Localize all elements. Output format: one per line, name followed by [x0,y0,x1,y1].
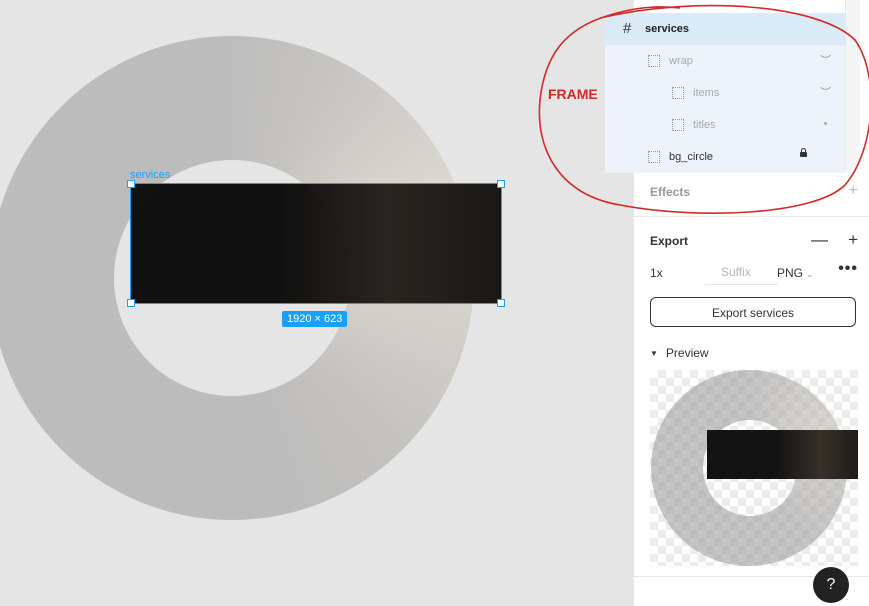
divider [634,216,869,217]
layer-row-bg-circle[interactable]: bg_circle [605,141,845,173]
group-icon [672,119,684,131]
preview-label: Preview [665,346,709,360]
resize-handle-top-left[interactable] [127,180,135,188]
layer-name: titles [693,119,716,131]
group-icon [648,151,660,163]
export-preview [650,370,858,566]
layer-row-wrap[interactable]: wrap ︶ [605,45,845,77]
design-canvas[interactable]: services 1920 × 623 [0,0,633,606]
remove-export-icon[interactable]: — [811,230,828,250]
export-button[interactable]: Export services [650,297,856,327]
resize-handle-top-right[interactable] [497,180,505,188]
export-section-header: Export — + [650,230,869,254]
annotation-label: FRAME [548,86,598,102]
export-settings-row: 1x Suffix PNG ⌄ ••• [650,260,869,286]
layer-name: items [693,87,720,99]
layer-name: bg_circle [669,151,714,163]
lock-icon[interactable] [800,148,807,157]
layer-row-services[interactable]: # services [605,13,845,45]
layer-row-titles[interactable]: titles [605,109,845,141]
effects-section: Effects + [650,182,869,205]
export-scale-select[interactable]: 1x [650,266,663,280]
triangle-down-icon: ▼ [650,349,658,358]
group-icon [648,55,660,67]
format-value: PNG [777,266,804,280]
preview-frame [707,430,858,479]
more-options-icon[interactable]: ••• [838,260,858,278]
hidden-eye-icon[interactable]: ︶ [820,45,831,77]
group-icon [672,87,684,99]
add-export-icon[interactable]: + [848,230,858,250]
resize-handle-bottom-right[interactable] [497,299,505,307]
preview-toggle[interactable]: ▼ Preview [650,346,709,360]
help-button[interactable]: ? [813,567,849,603]
layer-name: services [645,23,690,35]
format-select[interactable]: PNG ⌄ [777,266,814,280]
suffix-input[interactable]: Suffix [705,264,778,285]
services-frame[interactable] [130,183,501,303]
panel-top-edge [675,0,835,4]
layer-row-items[interactable]: items ︶ [605,77,845,109]
resize-handle-bottom-left[interactable] [127,299,135,307]
frame-name-label[interactable]: services [130,169,170,181]
layer-dot-icon [824,122,827,125]
panel-scroll-edge [845,0,860,170]
layer-name: wrap [669,55,693,67]
add-effect-icon[interactable]: + [849,182,858,200]
export-title: Export [650,234,689,248]
frame-hash-icon: # [623,20,632,37]
preview-glow [707,430,858,479]
frame-size-badge: 1920 × 623 [282,311,348,327]
chevron-down-icon: ⌄ [806,269,814,279]
hidden-eye-icon[interactable]: ︶ [820,77,831,109]
frame-glow [130,183,501,303]
layers-popup: # services wrap ︶ items ︶ titles bg_circ… [605,13,845,173]
effects-title: Effects [650,185,691,199]
